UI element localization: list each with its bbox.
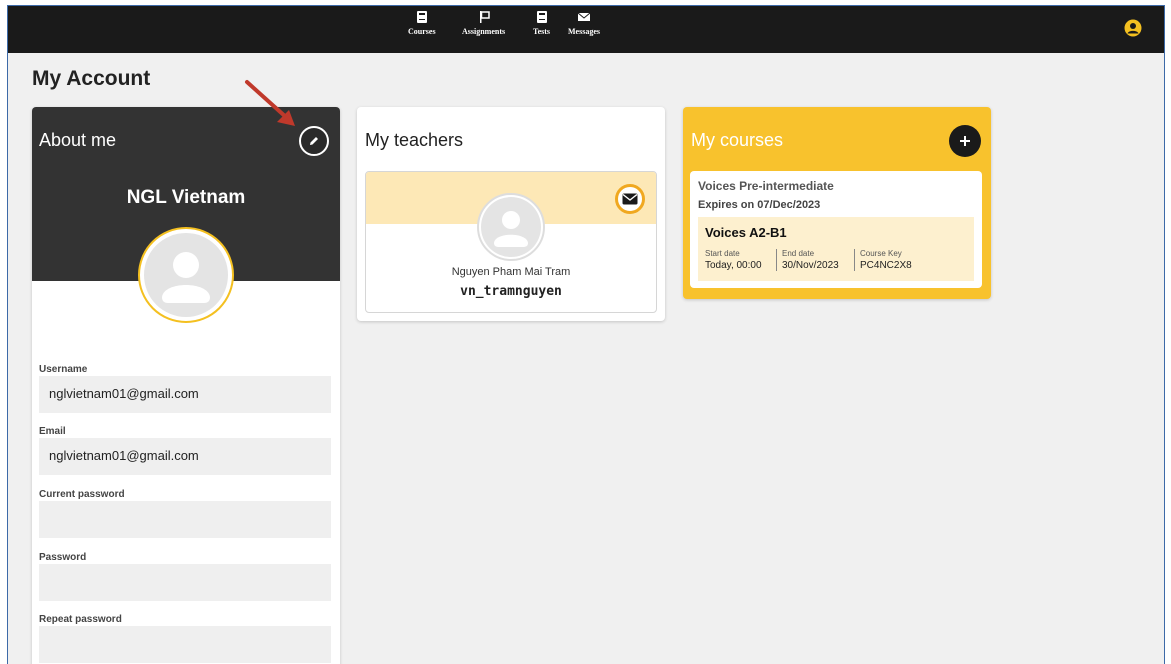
- my-teachers-title: My teachers: [365, 130, 464, 150]
- current-password-label: Current password: [39, 489, 125, 500]
- course-key-value: PC4NC2X8: [860, 260, 912, 271]
- app-frame: Courses Assignments Tests Messages My Ac…: [7, 5, 1165, 664]
- password-field[interactable]: [39, 564, 331, 601]
- nav-courses-label: Courses: [408, 27, 436, 36]
- pencil-icon: [310, 137, 318, 145]
- user-circle-icon[interactable]: [1124, 19, 1142, 37]
- class-name: Voices A2-B1: [705, 225, 787, 240]
- envelope-icon: [622, 193, 638, 205]
- about-me-title: About me: [39, 130, 117, 150]
- nav-messages-label: Messages: [568, 27, 600, 36]
- top-navigation-bar: Courses Assignments Tests Messages: [8, 6, 1164, 53]
- end-date-label: End date: [782, 249, 815, 258]
- book-icon: [536, 11, 547, 23]
- default-avatar-icon: [481, 197, 541, 257]
- book-icon: [416, 11, 427, 23]
- repeat-password-field[interactable]: [39, 626, 331, 663]
- nav-tests-label: Tests: [533, 27, 551, 36]
- nav-tests[interactable]: Tests: [533, 10, 550, 50]
- teacher-item: Nguyen Pham Mai Tram vn_tramnguyen: [365, 171, 657, 313]
- start-date-value: Today, 00:00: [705, 260, 762, 271]
- profile-avatar: [138, 227, 234, 323]
- annotation-arrow-icon: [245, 80, 295, 126]
- nav-assignments-label: Assignments: [462, 27, 506, 36]
- end-date: End date 30/Nov/2023: [776, 249, 839, 271]
- email-label: Email: [39, 426, 66, 437]
- teacher-name: Nguyen Pham Mai Tram: [451, 266, 571, 278]
- about-me-card: About me NGL Vietnam Username nglvietnam…: [32, 107, 340, 664]
- course-key: Course Key PC4NC2X8: [854, 249, 912, 271]
- my-teachers-card: My teachers Nguyen Pham Mai Tram vn_tram…: [357, 107, 665, 321]
- username-label: Username: [39, 364, 88, 375]
- email-field[interactable]: nglvietnam01@gmail.com: [39, 438, 331, 475]
- course-expiry: Expires on 07/Dec/2023: [698, 199, 821, 211]
- edit-profile-button[interactable]: [299, 126, 329, 156]
- teacher-username: vn_tramnguyen: [460, 284, 562, 299]
- default-avatar-icon: [144, 233, 228, 317]
- teacher-avatar: [477, 193, 545, 261]
- flag-icon: [479, 11, 490, 23]
- start-date-label: Start date: [705, 249, 740, 258]
- my-courses-card: My courses Voices Pre-intermediate Expir…: [683, 107, 991, 299]
- password-label: Password: [39, 552, 87, 563]
- nav-assignments[interactable]: Assignments: [462, 10, 505, 50]
- my-courses-title: My courses: [691, 130, 784, 150]
- profile-name: NGL Vietnam: [126, 187, 246, 208]
- envelope-icon: [577, 12, 591, 21]
- current-password-field[interactable]: [39, 501, 331, 538]
- page-title: My Account: [32, 67, 151, 90]
- course-key-label: Course Key: [860, 249, 902, 258]
- start-date: Start date Today, 00:00: [705, 249, 762, 271]
- class-box[interactable]: Voices A2-B1 Start date Today, 00:00 End…: [698, 217, 974, 281]
- add-course-button[interactable]: [949, 125, 981, 157]
- nav-messages[interactable]: Messages: [568, 10, 600, 50]
- plus-icon: [960, 136, 970, 146]
- course-item[interactable]: Voices Pre-intermediate Expires on 07/De…: [690, 171, 982, 288]
- repeat-password-label: Repeat password: [39, 614, 122, 625]
- end-date-value: 30/Nov/2023: [782, 260, 839, 271]
- username-field[interactable]: nglvietnam01@gmail.com: [39, 376, 331, 413]
- nav-courses[interactable]: Courses: [408, 10, 436, 50]
- course-name: Voices Pre-intermediate: [698, 179, 834, 193]
- message-teacher-button[interactable]: [615, 184, 645, 214]
